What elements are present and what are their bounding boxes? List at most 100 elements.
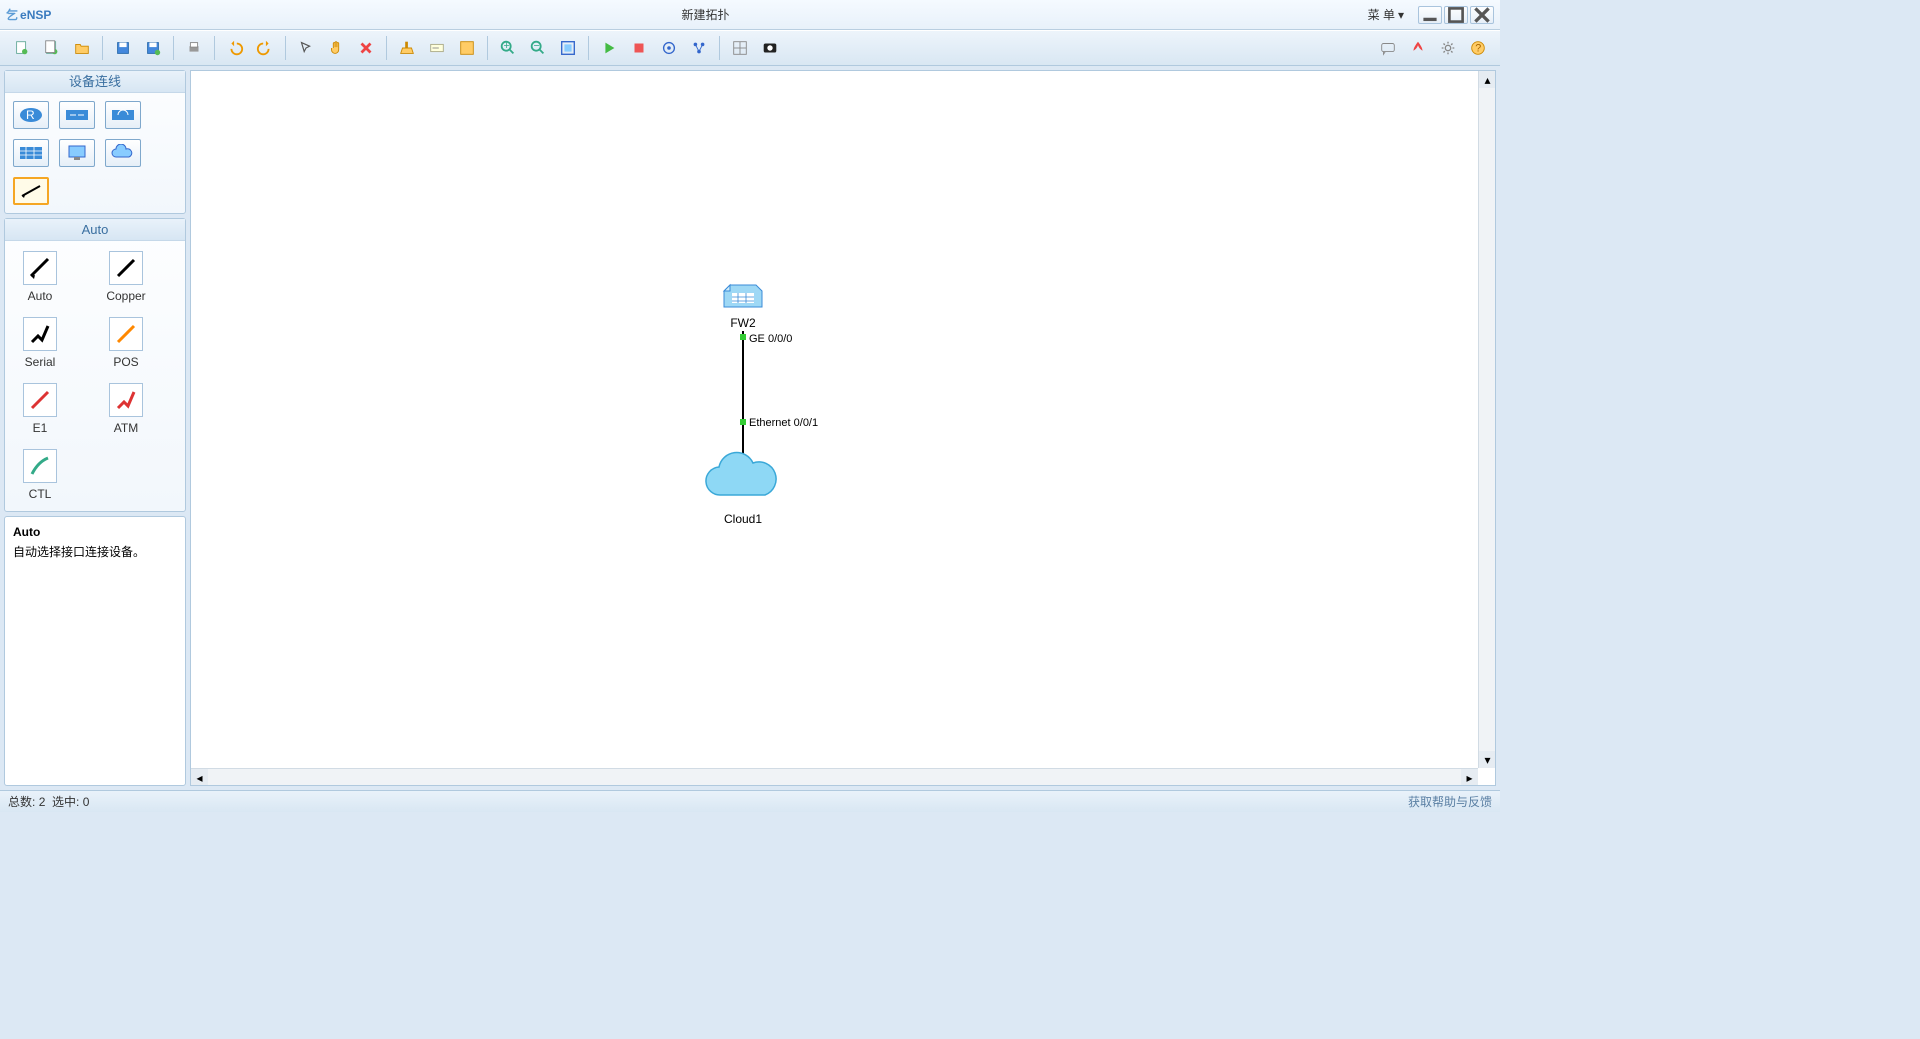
app-logo: 乞 eNSP [6,6,51,23]
separator [719,36,720,60]
status-total: 2 [39,795,46,809]
conn-pos[interactable]: POS [97,317,155,369]
zoom-fit-button[interactable] [554,34,582,62]
new-project-button[interactable] [38,34,66,62]
share-button[interactable] [685,34,713,62]
category-cable[interactable] [13,177,49,205]
redo-button[interactable] [251,34,279,62]
scroll-left-icon[interactable]: ◂ [191,769,208,786]
grid-button[interactable] [726,34,754,62]
palette-tool[interactable] [453,34,481,62]
port-dot [740,419,746,425]
status-selected: 0 [83,795,90,809]
svg-text:+: + [504,40,510,52]
port-label-ge: GE 0/0/0 [749,333,792,345]
delete-tool[interactable] [352,34,380,62]
conn-copper[interactable]: Copper [97,251,155,303]
horizontal-scrollbar[interactable]: ◂ ▸ [191,768,1478,785]
firewall-icon [722,277,764,313]
separator [487,36,488,60]
menu-button[interactable]: 菜 单 ▾ [1360,4,1412,25]
cloud-icon [701,449,785,509]
separator [102,36,103,60]
minimize-button[interactable] [1418,6,1442,24]
node-cloud1[interactable]: Cloud1 [701,449,785,526]
conn-label: Auto [28,289,53,303]
main-area: 设备连线 R Auto Auto Copper Serial POS E1 AT… [0,66,1500,790]
feedback-link[interactable]: 获取帮助与反馈 [1408,793,1492,810]
category-grid: R [5,93,185,213]
devices-header: 设备连线 [5,71,185,93]
separator [214,36,215,60]
undo-button[interactable] [221,34,249,62]
conn-e1[interactable]: E1 [11,383,69,435]
topology-canvas[interactable]: GE 0/0/0 Ethernet 0/0/1 FW2 Cloud1 ▴ ▾ ◂… [190,70,1496,786]
select-tool[interactable] [292,34,320,62]
maximize-button[interactable] [1444,6,1468,24]
category-firewall[interactable] [13,139,49,167]
save-button[interactable] [109,34,137,62]
conn-ctl[interactable]: CTL [11,449,69,501]
menu-label: 菜 单 [1368,6,1395,23]
app-name: eNSP [20,8,51,22]
canvas-wrap: GE 0/0/0 Ethernet 0/0/1 FW2 Cloud1 ▴ ▾ ◂… [190,70,1496,786]
chevron-down-icon: ▾ [1398,8,1404,22]
conn-label: E1 [33,421,48,435]
status-selected-label: 选中: [52,793,79,810]
category-switch[interactable] [59,101,95,129]
window-controls [1418,6,1494,24]
print-button[interactable] [180,34,208,62]
capture-button[interactable] [655,34,683,62]
broom-tool[interactable] [393,34,421,62]
node-label: Cloud1 [724,512,762,526]
huawei-button[interactable] [1404,34,1432,62]
help-button[interactable]: ? [1464,34,1492,62]
category-wireless[interactable] [105,101,141,129]
separator [588,36,589,60]
text-tool[interactable] [423,34,451,62]
vertical-scrollbar[interactable]: ▴ ▾ [1478,71,1495,768]
open-button[interactable] [68,34,96,62]
svg-text:R: R [26,108,35,122]
conn-label: Copper [106,289,145,303]
category-pc[interactable] [59,139,95,167]
screenshot-button[interactable] [756,34,784,62]
message-button[interactable] [1374,34,1402,62]
zoom-out-button[interactable]: − [524,34,552,62]
conn-serial[interactable]: Serial [11,317,69,369]
scroll-right-icon[interactable]: ▸ [1461,769,1478,786]
node-label: FW2 [730,316,755,330]
scroll-up-icon[interactable]: ▴ [1479,71,1496,88]
sidebar: 设备连线 R Auto Auto Copper Serial POS E1 AT… [0,66,190,790]
conn-label: CTL [29,487,52,501]
stop-button[interactable] [625,34,653,62]
info-panel: Auto 自动选择接口连接设备。 [4,516,186,786]
link-fw2-cloud1[interactable] [742,331,744,456]
conn-auto[interactable]: Auto [11,251,69,303]
new-topo-button[interactable] [8,34,36,62]
node-fw2[interactable]: FW2 [722,277,764,330]
port-label-eth: Ethernet 0/0/1 [749,417,818,429]
statusbar: 总数: 2 选中: 0 获取帮助与反馈 [0,790,1500,812]
zoom-in-button[interactable]: + [494,34,522,62]
separator [173,36,174,60]
category-router[interactable]: R [13,101,49,129]
conn-atm[interactable]: ATM [97,383,155,435]
logo-icon: 乞 [6,6,18,23]
settings-button[interactable] [1434,34,1462,62]
close-button[interactable] [1470,6,1494,24]
pan-tool[interactable] [322,34,350,62]
separator [285,36,286,60]
info-title: Auto [13,525,177,539]
separator [386,36,387,60]
start-button[interactable] [595,34,623,62]
port-dot [740,334,746,340]
svg-text:−: − [534,40,540,52]
conn-label: Serial [25,355,56,369]
save-as-button[interactable] [139,34,167,62]
connections-panel: Auto Auto Copper Serial POS E1 ATM CTL [4,218,186,512]
conn-label: ATM [114,421,138,435]
devices-panel: 设备连线 R [4,70,186,214]
category-cloud[interactable] [105,139,141,167]
scroll-down-icon[interactable]: ▾ [1479,751,1496,768]
